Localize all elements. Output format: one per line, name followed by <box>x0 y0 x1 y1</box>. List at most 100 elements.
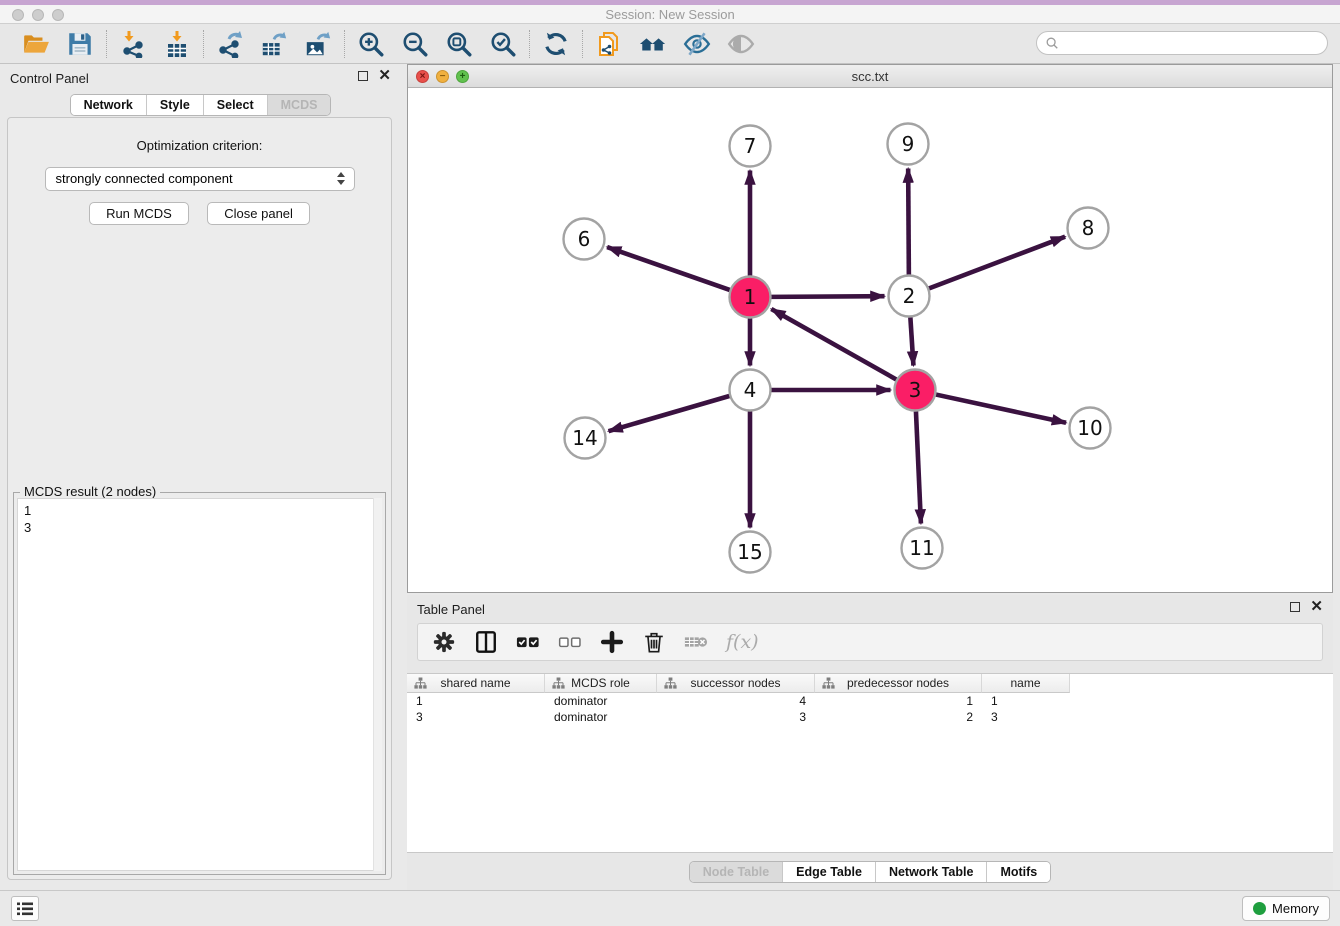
table-row[interactable]: 1dominator411 <box>407 693 1333 709</box>
table-panel-tabs: Node TableEdge TableNetwork TableMotifs <box>689 861 1052 883</box>
node-2[interactable]: 2 <box>889 276 930 317</box>
node-label: 8 <box>1082 216 1095 240</box>
node-label: 6 <box>578 227 591 251</box>
cell-predecessor-nodes[interactable]: 1 <box>815 693 982 709</box>
tab-edge-table[interactable]: Edge Table <box>782 862 875 882</box>
node-10[interactable]: 10 <box>1070 408 1111 449</box>
cell-predecessor-nodes[interactable]: 2 <box>815 709 982 725</box>
network-graph[interactable]: 7 9 6 8 1 2 4 3 14 10 15 11 <box>408 88 1332 591</box>
close-panel-button[interactable]: Close panel <box>207 202 310 225</box>
delete-column-icon[interactable] <box>684 630 708 654</box>
column-header-successor-nodes[interactable]: successor nodes <box>657 674 815 693</box>
tab-network[interactable]: Network <box>71 95 146 115</box>
edge-2-3[interactable] <box>910 317 913 365</box>
float-panel-icon[interactable] <box>1290 602 1300 612</box>
tab-style[interactable]: Style <box>146 95 203 115</box>
memory-label: Memory <box>1272 901 1319 916</box>
save-session-icon[interactable] <box>66 30 94 58</box>
network-window-titlebar[interactable]: × − + scc.txt <box>408 65 1332 88</box>
clone-network-icon[interactable] <box>595 30 623 58</box>
edge-3-11[interactable] <box>916 411 921 523</box>
select-all-icon[interactable] <box>516 630 540 654</box>
cell-successor-nodes[interactable]: 4 <box>657 693 815 709</box>
zoom-in-icon[interactable] <box>357 30 385 58</box>
open-folder-icon[interactable] <box>22 30 50 58</box>
zoom-fit-icon[interactable] <box>445 30 473 58</box>
cell-name[interactable]: 3 <box>982 709 1070 725</box>
cell-successor-nodes[interactable]: 3 <box>657 709 815 725</box>
optimization-criterion-label: Optimization criterion: <box>8 138 391 153</box>
tab-network-table[interactable]: Network Table <box>875 862 987 882</box>
tab-mcds[interactable]: MCDS <box>267 95 331 115</box>
tab-motifs[interactable]: Motifs <box>986 862 1050 882</box>
deselect-all-icon[interactable] <box>558 630 582 654</box>
mcds-result-groupbox: MCDS result (2 nodes) 1 3 <box>13 492 386 875</box>
cell-MCDS-role[interactable]: dominator <box>545 693 657 709</box>
network-window-title: scc.txt <box>408 69 1332 84</box>
edge-1-6[interactable] <box>607 247 730 290</box>
cell-MCDS-role[interactable]: dominator <box>545 709 657 725</box>
mcds-result-list[interactable]: 1 3 <box>17 498 382 871</box>
criterion-selected-value: strongly connected component <box>56 171 233 186</box>
column-header-shared-name[interactable]: shared name <box>407 674 545 693</box>
node-7[interactable]: 7 <box>730 126 771 167</box>
node-1[interactable]: 1 <box>730 277 771 318</box>
first-neighbors-icon[interactable] <box>639 30 667 58</box>
edge-4-14[interactable] <box>609 396 730 431</box>
node-8[interactable]: 8 <box>1068 208 1109 249</box>
criterion-select[interactable]: strongly connected component <box>45 167 355 191</box>
close-panel-icon[interactable]: ✕ <box>378 71 391 81</box>
edge-2-8[interactable] <box>929 237 1065 289</box>
column-header-name[interactable]: name <box>982 674 1070 693</box>
column-header-label: MCDS role <box>571 676 630 690</box>
cell-name[interactable]: 1 <box>982 693 1070 709</box>
export-network-icon[interactable] <box>216 30 244 58</box>
node-3[interactable]: 3 <box>895 370 936 411</box>
edge-3-1[interactable] <box>771 309 896 379</box>
node-11[interactable]: 11 <box>902 528 943 569</box>
table-row[interactable]: 3dominator323 <box>407 709 1333 725</box>
edge-2-9[interactable] <box>908 168 909 274</box>
import-network-icon[interactable] <box>119 30 147 58</box>
tab-select[interactable]: Select <box>203 95 267 115</box>
cell-shared-name[interactable]: 3 <box>407 709 545 725</box>
node-9[interactable]: 9 <box>888 124 929 165</box>
column-header-MCDS-role[interactable]: MCDS role <box>545 674 657 693</box>
node-6[interactable]: 6 <box>564 219 605 260</box>
close-panel-icon[interactable]: ✕ <box>1310 602 1323 612</box>
node-15[interactable]: 15 <box>730 532 771 573</box>
cell-shared-name[interactable]: 1 <box>407 693 545 709</box>
function-icon[interactable]: f(x) <box>726 631 759 653</box>
columns-icon[interactable] <box>474 630 498 654</box>
float-panel-icon[interactable] <box>358 71 368 81</box>
hide-graphics-icon[interactable] <box>683 30 711 58</box>
column-header-predecessor-nodes[interactable]: predecessor nodes <box>815 674 982 693</box>
node-4[interactable]: 4 <box>730 370 771 411</box>
tab-node-table[interactable]: Node Table <box>690 862 782 882</box>
node-label: 4 <box>744 378 757 402</box>
mcds-panel: Optimization criterion: strongly connect… <box>7 117 392 880</box>
search-field[interactable] <box>1036 31 1328 55</box>
show-graphics-icon[interactable] <box>727 30 755 58</box>
gear-icon[interactable] <box>432 630 456 654</box>
column-header-label: shared name <box>440 676 510 690</box>
edge-1-2[interactable] <box>771 296 884 297</box>
add-icon[interactable] <box>600 630 624 654</box>
edge-3-10[interactable] <box>936 395 1066 423</box>
zoom-selected-icon[interactable] <box>489 30 517 58</box>
network-canvas[interactable]: 7 9 6 8 1 2 4 3 14 10 15 11 <box>408 88 1332 591</box>
result-scrollbar[interactable] <box>373 498 382 871</box>
zoom-out-icon[interactable] <box>401 30 429 58</box>
node-label: 3 <box>909 378 922 402</box>
node-14[interactable]: 14 <box>565 418 606 459</box>
import-table-icon[interactable] <box>163 30 191 58</box>
run-mcds-button[interactable]: Run MCDS <box>89 202 189 225</box>
export-table-icon[interactable] <box>260 30 288 58</box>
column-header-label: successor nodes <box>690 676 780 690</box>
refresh-icon[interactable] <box>542 30 570 58</box>
search-input[interactable] <box>1059 36 1319 50</box>
export-image-icon[interactable] <box>304 30 332 58</box>
delete-icon[interactable] <box>642 630 666 654</box>
show-panels-button[interactable] <box>11 896 39 921</box>
memory-button[interactable]: Memory <box>1242 896 1330 921</box>
